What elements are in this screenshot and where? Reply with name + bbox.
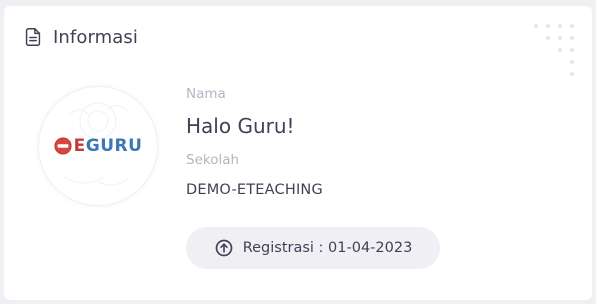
registration-badge: Registrasi : 01-04-2023 [186,227,440,269]
arrow-up-circle-icon [215,239,233,257]
info-card: Informasi EGURU Nama Halo Guru! Sekolah … [4,6,592,300]
school-value: DEMO-ETEACHING [186,182,323,198]
document-icon [25,28,41,46]
name-label: Nama [186,86,226,102]
eguru-logo-mark-icon [54,137,72,155]
eguru-logo: EGURU [54,136,143,156]
dot-grid-icon [534,24,574,76]
profile-info: Nama Halo Guru! Sekolah DEMO-ETEACHING [186,86,323,198]
name-value: Halo Guru! [186,114,295,138]
logo-text: EGURU [73,136,143,156]
registration-date: Registrasi : 01-04-2023 [242,240,413,256]
card-title: Informasi [53,26,138,48]
school-label: Sekolah [186,152,240,168]
card-header: Informasi [22,26,138,48]
school-logo: EGURU [38,86,158,206]
